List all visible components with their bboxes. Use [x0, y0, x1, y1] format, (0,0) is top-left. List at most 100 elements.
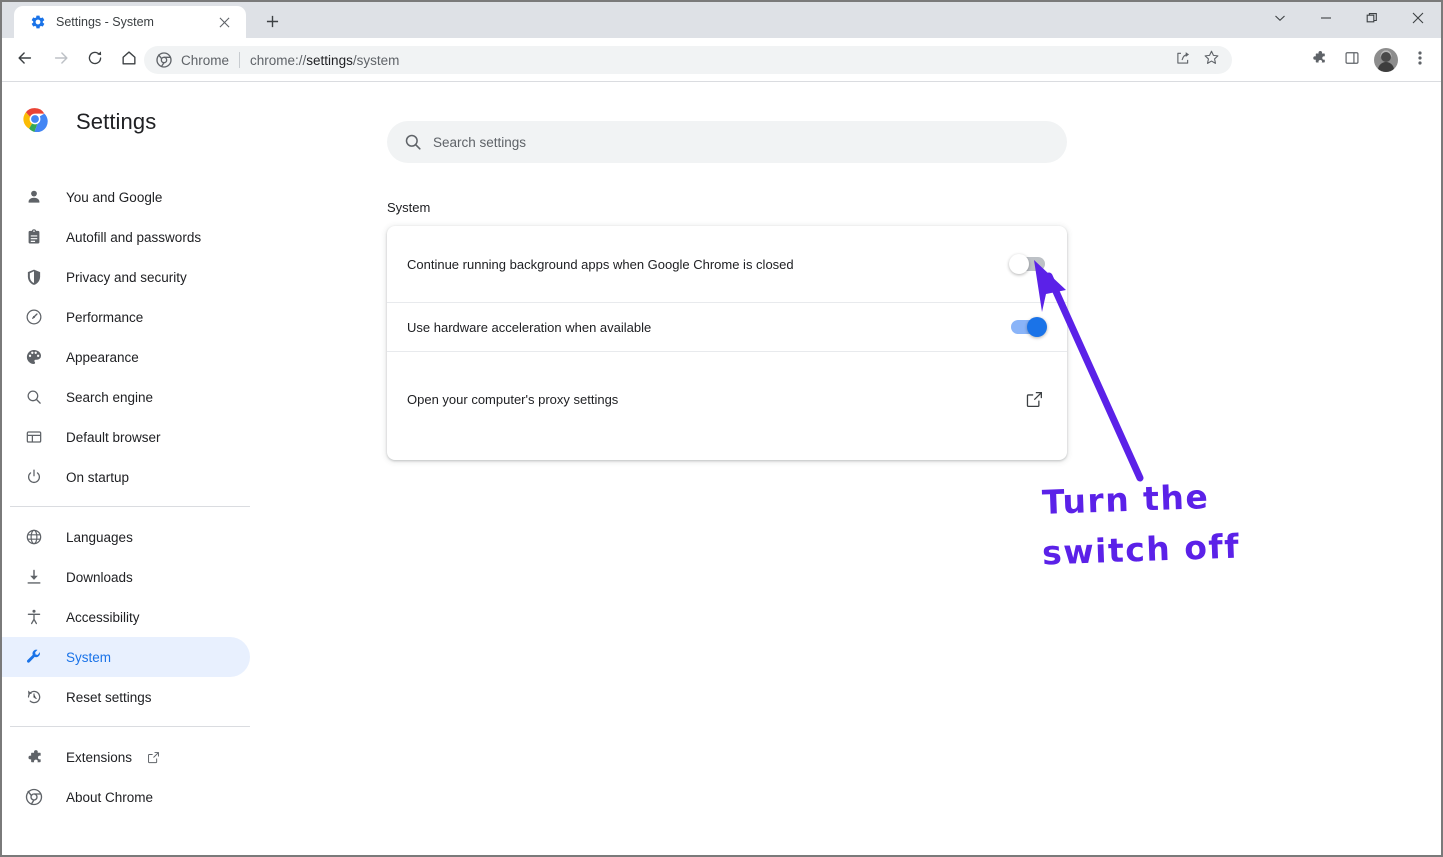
system-settings-card: Continue running background apps when Go…: [387, 226, 1067, 460]
plus-icon: [266, 15, 279, 33]
minimize-icon: [1320, 11, 1332, 29]
blue-gear-icon: [30, 14, 46, 30]
chevron-down-icon: [1274, 11, 1286, 29]
toggle-knob: [1027, 317, 1047, 337]
chrome-outline-icon: [24, 787, 44, 807]
home-icon: [120, 49, 138, 72]
reload-button[interactable]: [78, 43, 112, 77]
puzzle-icon: [1310, 49, 1327, 71]
setting-label: Continue running background apps when Go…: [407, 257, 1011, 272]
chrome-logo-icon: [22, 106, 48, 137]
address-bar[interactable]: Chrome chrome://settings/system: [144, 46, 1232, 74]
url-prefix: chrome://: [250, 53, 306, 68]
sidebar-item-label: Extensions: [66, 750, 132, 765]
download-icon: [24, 567, 44, 587]
profile-button[interactable]: [1369, 43, 1403, 77]
sidebar-item-languages[interactable]: Languages: [2, 517, 250, 557]
sidebar-item-appearance[interactable]: Appearance: [2, 337, 250, 377]
extensions-button[interactable]: [1301, 43, 1335, 77]
close-icon[interactable]: [216, 14, 232, 30]
sidebar-item-label: Accessibility: [66, 610, 140, 625]
sidebar-item-system[interactable]: System: [2, 637, 250, 677]
url-suffix: /system: [353, 53, 400, 68]
tab-search-button[interactable]: [1257, 2, 1303, 38]
sidebar-item-downloads[interactable]: Downloads: [2, 557, 250, 597]
sidebar-item-performance[interactable]: Performance: [2, 297, 250, 337]
browser-toolbar: Chrome chrome://settings/system: [2, 38, 1441, 82]
setting-label: Open your computer's proxy settings: [407, 392, 1023, 407]
setting-row-proxy-settings[interactable]: Open your computer's proxy settings: [387, 351, 1067, 447]
palette-icon: [24, 347, 44, 367]
close-window-button[interactable]: [1395, 2, 1441, 38]
clipboard-icon: [24, 227, 44, 247]
sidebar-item-label: Autofill and passwords: [66, 230, 201, 245]
sidebar-item-label: System: [66, 650, 111, 665]
back-button[interactable]: [8, 43, 42, 77]
star-icon: [1203, 49, 1220, 71]
hardware-acceleration-toggle[interactable]: [1011, 320, 1045, 334]
omnibox-site-label: Chrome: [181, 53, 229, 68]
external-link-icon: [146, 750, 161, 765]
minimize-button[interactable]: [1303, 2, 1349, 38]
sidebar-item-label: Search engine: [66, 390, 153, 405]
wrench-icon: [24, 647, 44, 667]
sidebar-item-about-chrome[interactable]: About Chrome: [2, 777, 250, 817]
sidebar-item-label: About Chrome: [66, 790, 153, 805]
sidebar-item-privacy-and-security[interactable]: Privacy and security: [2, 257, 250, 297]
background-apps-toggle[interactable]: [1011, 257, 1045, 271]
sidebar-item-label: You and Google: [66, 190, 162, 205]
page-title: Settings: [76, 109, 156, 135]
sidebar-item-extensions[interactable]: Extensions: [2, 737, 250, 777]
bookmark-button[interactable]: [1198, 47, 1224, 73]
tab-strip: Settings - System: [2, 2, 1441, 38]
history-undo-icon: [24, 687, 44, 707]
maximize-button[interactable]: [1349, 2, 1395, 38]
home-button[interactable]: [112, 43, 146, 77]
search-settings-bar[interactable]: [387, 121, 1067, 163]
search-icon: [403, 132, 423, 152]
sidebar-item-reset-settings[interactable]: Reset settings: [2, 677, 250, 717]
sidebar-item-accessibility[interactable]: Accessibility: [2, 597, 250, 637]
toolbar-actions: [1301, 43, 1437, 77]
forward-arrow-icon: [52, 49, 70, 72]
forward-button[interactable]: [44, 43, 78, 77]
power-icon: [24, 467, 44, 487]
setting-row-background-apps[interactable]: Continue running background apps when Go…: [387, 226, 1067, 302]
sidebar-item-label: Downloads: [66, 570, 133, 585]
omnibox-divider: [239, 52, 240, 68]
sidebar-item-on-startup[interactable]: On startup: [2, 457, 250, 497]
omnibox-url: chrome://settings/system: [250, 53, 399, 68]
sidebar-item-you-and-google[interactable]: You and Google: [2, 177, 250, 217]
setting-row-hardware-acceleration[interactable]: Use hardware acceleration when available: [387, 302, 1067, 351]
setting-label: Use hardware acceleration when available: [407, 320, 1011, 335]
avatar-icon: [1374, 48, 1398, 72]
browser-icon: [24, 427, 44, 447]
browser-tab[interactable]: Settings - System: [14, 6, 246, 38]
search-input[interactable]: [433, 130, 993, 154]
back-arrow-icon: [16, 49, 34, 72]
sidebar-item-default-browser[interactable]: Default browser: [2, 417, 250, 457]
chrome-menu-button[interactable]: [1403, 43, 1437, 77]
new-tab-button[interactable]: [258, 10, 286, 38]
sidebar-item-label: Default browser: [66, 430, 161, 445]
section-title: System: [387, 200, 430, 215]
settings-page: Settings You and Google: [2, 83, 1441, 855]
omnibox-actions: [1168, 46, 1224, 74]
shield-icon: [24, 267, 44, 287]
globe-icon: [24, 527, 44, 547]
share-button[interactable]: [1170, 47, 1196, 73]
three-dot-menu-icon: [1418, 50, 1422, 71]
sidebar-item-search-engine[interactable]: Search engine: [2, 377, 250, 417]
tab-title: Settings - System: [56, 6, 154, 38]
sidebar-divider: [10, 726, 250, 727]
sidebar-item-label: Languages: [66, 530, 133, 545]
window-controls: [1257, 2, 1441, 38]
sidebar-item-autofill-and-passwords[interactable]: Autofill and passwords: [2, 217, 250, 257]
maximize-icon: [1366, 11, 1378, 29]
sidebar-item-label: Privacy and security: [66, 270, 187, 285]
sidebar-item-label: On startup: [66, 470, 129, 485]
toggle-knob: [1009, 254, 1029, 274]
person-icon: [24, 187, 44, 207]
external-link-icon[interactable]: [1023, 389, 1045, 411]
side-panel-button[interactable]: [1335, 43, 1369, 77]
